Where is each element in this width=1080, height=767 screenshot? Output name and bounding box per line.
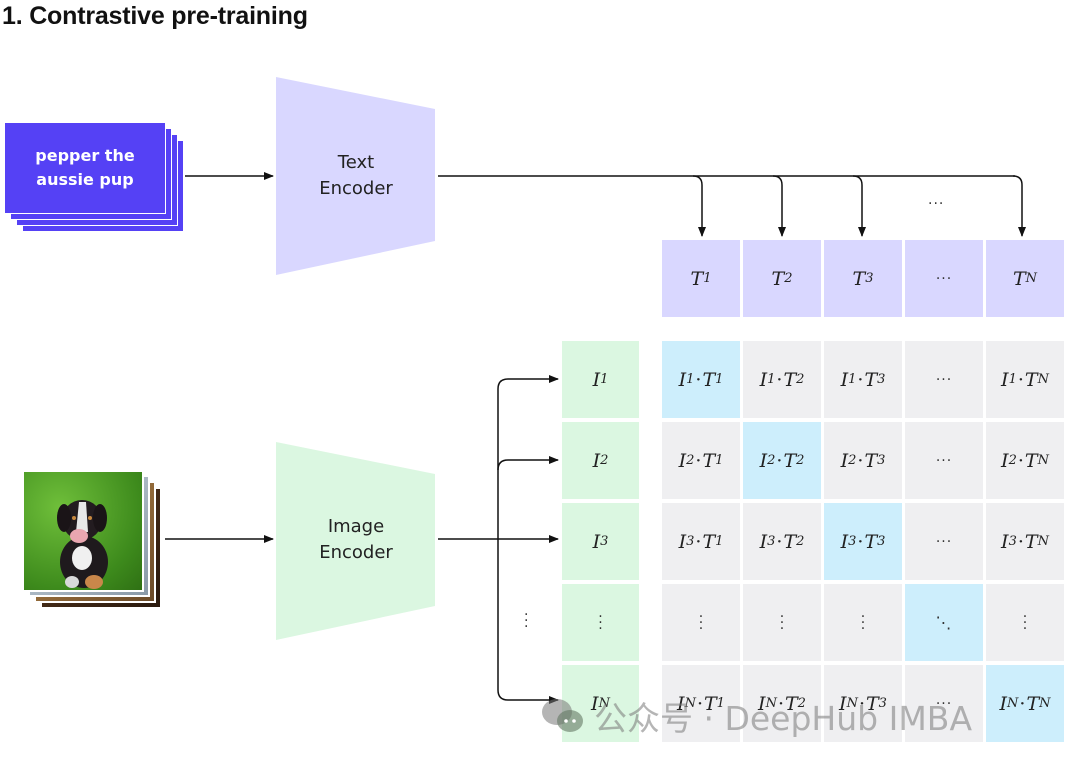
image-encoder-label: Image Encoder [276,514,436,566]
matrix-cell: ··· [662,584,740,661]
text-embedding-cell: T3 [824,240,902,317]
text-embedding-cell: TN [986,240,1064,317]
matrix-cell-diagonal: I 1 · T 1 [662,341,740,418]
image-embedding-cell: · · · [562,584,639,661]
image-embedding-cell: I1 [562,341,639,418]
matrix-cell: I 3 · T 2 [743,503,821,580]
watermark-text: 公众号 · DeepHub IMBA [594,699,973,738]
text-encoder-label-line1: Text [337,152,375,173]
arrow-to-t1 [692,175,706,237]
matrix-cell: ··· [986,584,1064,661]
matrix-cell: I 3 · T 1 [662,503,740,580]
image-embedding-cell: I3 [562,503,639,580]
image-encoder-label-line1: Image [327,516,385,537]
arrow-to-i2 [497,456,559,471]
text-embedding-cell: ··· [905,240,983,317]
matrix-cell: I 2 · T 1 [662,422,740,499]
image-embedding-cell: I2 [562,422,639,499]
matrix-cell: ··· [905,341,983,418]
matrix-cell: I 1 · T 2 [743,341,821,418]
text-encoder-label: Text Encoder [276,150,436,202]
text-encoder-label-line2: Encoder [319,178,393,199]
matrix-cell: I 3 · T N [986,503,1064,580]
image-encoder-label-line2: Encoder [319,542,393,563]
text-embedding-cell: T1 [662,240,740,317]
matrix-cell: I 1 · T N [986,341,1064,418]
arrow-to-t3 [852,175,866,237]
matrix-cell: ··· [824,584,902,661]
matrix-cell: I 1 · T 3 [824,341,902,418]
text-embedding-cell: T2 [743,240,821,317]
matrix-cell: ··· [905,422,983,499]
matrix-cell-diagonal: I 2 · T 2 [743,422,821,499]
text-arrows-ellipsis: ··· [928,196,945,212]
matrix-cell-diagonal: I 3 · T 3 [824,503,902,580]
matrix-cell-diagonal: ⋱ [905,584,983,661]
matrix-cell: ··· [905,503,983,580]
wechat-icon [542,699,583,732]
arrow-to-i1 [497,375,559,390]
arrow-to-tn [1012,175,1026,237]
image-arrows-vdots: · · · [524,607,529,635]
arrow-to-t2 [772,175,786,237]
matrix-cell: ··· [743,584,821,661]
matrix-cell: I 2 · T 3 [824,422,902,499]
watermark: 公众号 · DeepHub IMBA [540,692,972,740]
matrix-cell: I 2 · T N [986,422,1064,499]
matrix-cell-diagonal: I N · T N [986,665,1064,742]
